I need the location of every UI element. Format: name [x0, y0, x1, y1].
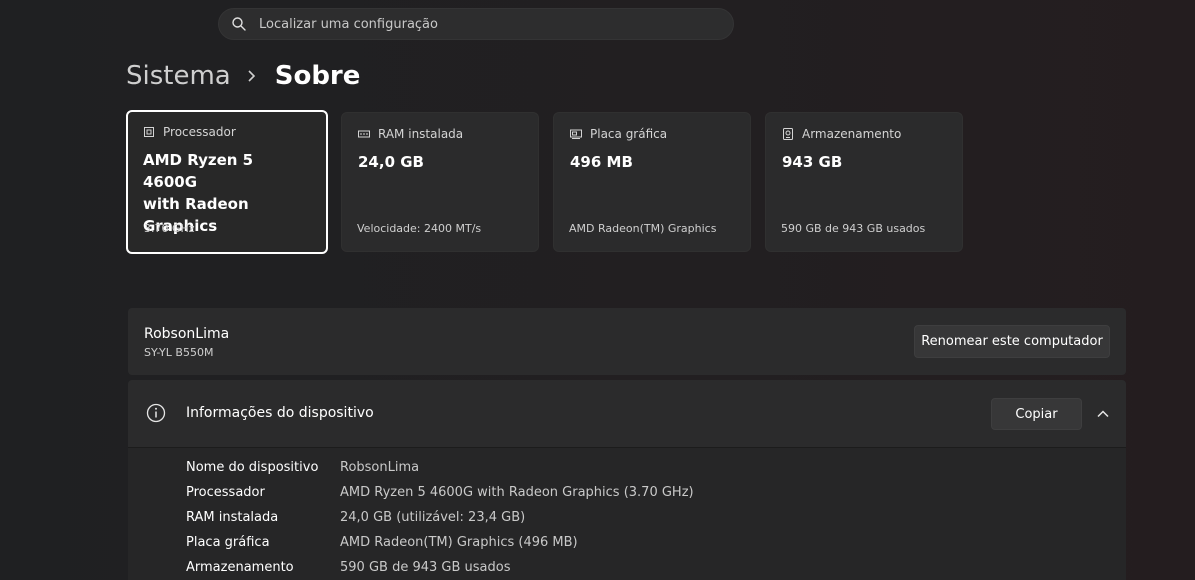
info-value: 590 GB de 943 GB usados	[340, 560, 511, 575]
info-key: Armazenamento	[186, 560, 294, 575]
device-info-header[interactable]: Informações do dispositivo Copiar	[128, 380, 1126, 447]
card-detail: 590 GB de 943 GB usados	[781, 222, 926, 235]
card-header: Processador	[143, 125, 311, 139]
search-icon	[231, 16, 247, 32]
card-header: Placa gráfica	[570, 127, 734, 141]
card-value: 943 GB	[782, 153, 843, 171]
info-row-storage: Armazenamento 590 GB de 943 GB usados	[186, 560, 510, 575]
device-info-details: Nome do dispositivo RobsonLima Processad…	[128, 447, 1126, 580]
card-label: RAM instalada	[378, 127, 464, 141]
card-label: Placa gráfica	[590, 127, 668, 141]
page-title: Sobre	[274, 61, 361, 91]
device-info-title: Informações do dispositivo	[186, 405, 374, 421]
info-key: Placa gráfica	[186, 535, 270, 550]
computer-name-panel: RobsonLima SY-YL B550M Renomear este com…	[128, 308, 1126, 375]
info-row-ram: RAM instalada 24,0 GB (utilizável: 23,4 …	[186, 510, 525, 525]
info-value: AMD Ryzen 5 4600G with Radeon Graphics (…	[340, 485, 694, 500]
info-value: 24,0 GB (utilizável: 23,4 GB)	[340, 510, 526, 525]
info-value: RobsonLima	[340, 460, 420, 475]
spec-card-processor[interactable]: Processador AMD Ryzen 5 4600G with Radeo…	[126, 110, 328, 254]
card-header: Armazenamento	[782, 127, 946, 141]
breadcrumb-parent[interactable]: Sistema	[126, 61, 231, 91]
card-detail: Velocidade: 2400 MT/s	[357, 222, 482, 235]
card-detail: AMD Radeon(TM) Graphics	[569, 222, 717, 235]
info-key: RAM instalada	[186, 510, 279, 525]
info-row-processor: Processador AMD Ryzen 5 4600G with Radeo…	[186, 485, 694, 500]
info-row-device-name: Nome do dispositivo RobsonLima	[186, 460, 419, 475]
card-value: 496 MB	[570, 153, 633, 171]
spec-card-storage[interactable]: Armazenamento 943 GB 590 GB de 943 GB us…	[765, 112, 963, 252]
card-detail: 3.70 GHz	[144, 222, 195, 235]
processor-icon	[143, 126, 155, 138]
info-value: AMD Radeon(TM) Graphics (496 MB)	[340, 535, 578, 550]
search-placeholder[interactable]: Localizar uma configuração	[259, 17, 438, 32]
search-box[interactable]: Localizar uma configuração	[218, 8, 734, 40]
info-key: Processador	[186, 485, 265, 500]
card-label: Armazenamento	[802, 127, 902, 141]
rename-computer-button[interactable]: Renomear este computador	[914, 325, 1110, 358]
card-header: RAM instalada	[358, 127, 522, 141]
spec-card-gpu[interactable]: Placa gráfica 496 MB AMD Radeon(TM) Grap…	[553, 112, 751, 252]
card-value: 24,0 GB	[358, 153, 424, 171]
computer-model: SY-YL B550M	[144, 346, 214, 359]
chevron-right-icon	[245, 69, 259, 83]
info-row-gpu: Placa gráfica AMD Radeon(TM) Graphics (4…	[186, 535, 578, 550]
info-icon	[146, 403, 166, 423]
info-key: Nome do dispositivo	[186, 460, 319, 475]
card-label: Processador	[163, 125, 236, 139]
copy-button[interactable]: Copiar	[991, 398, 1082, 430]
chevron-up-icon[interactable]	[1096, 407, 1110, 421]
storage-icon	[782, 128, 794, 140]
gpu-icon	[570, 128, 582, 140]
computer-name: RobsonLima	[144, 326, 230, 342]
ram-icon	[358, 128, 370, 140]
spec-card-ram[interactable]: RAM instalada 24,0 GB Velocidade: 2400 M…	[341, 112, 539, 252]
breadcrumb: Sistema Sobre	[126, 58, 360, 94]
card-value-line1: AMD Ryzen 5 4600G	[143, 151, 254, 191]
